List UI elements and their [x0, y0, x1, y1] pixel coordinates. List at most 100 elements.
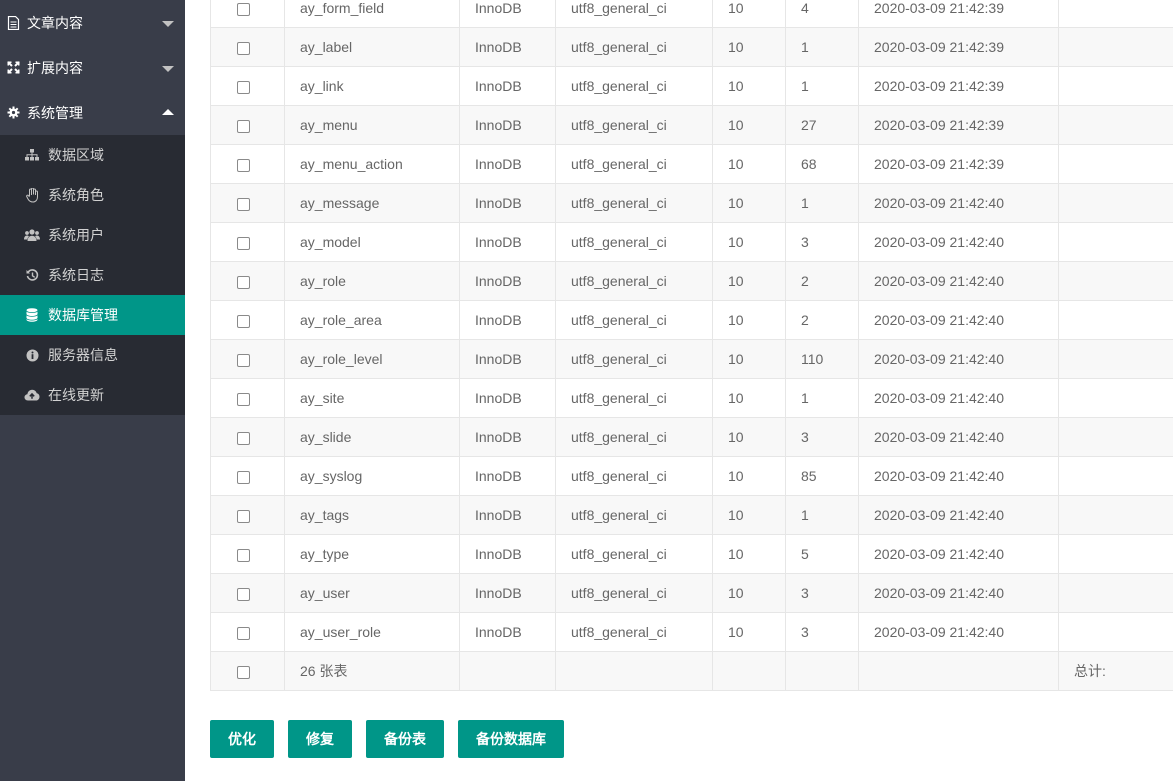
rows-cell: 1 — [785, 27, 859, 67]
row-checkbox[interactable] — [237, 470, 250, 484]
table-row: ay_syslog InnoDB utf8_general_ci 10 85 2020-0… — [210, 456, 1173, 496]
row-checkbox[interactable] — [237, 314, 250, 328]
table-name-cell: ay_menu — [284, 105, 460, 145]
value-cell: 10 — [712, 300, 786, 340]
collation-cell: utf8_general_ci — [555, 222, 713, 262]
collation-cell: utf8_general_ci — [555, 612, 713, 652]
table-name-cell: ay_role_area — [284, 300, 460, 340]
rows-cell: 3 — [785, 612, 859, 652]
row-checkbox[interactable] — [237, 41, 250, 55]
row-checkbox-cell — [210, 222, 285, 262]
empty-cell — [1058, 144, 1173, 184]
rows-cell: 1 — [785, 183, 859, 223]
rows-cell: 5 — [785, 534, 859, 574]
nav-group-system[interactable]: 系统管理 — [0, 90, 185, 135]
users-icon — [24, 227, 40, 243]
sidebar-item-logs[interactable]: 系统日志 — [0, 255, 185, 295]
empty-cell — [858, 651, 1059, 691]
table-count-cell: 26 张表 — [284, 651, 460, 691]
row-checkbox[interactable] — [237, 431, 250, 445]
sidebar-item-label: 系统用户 — [48, 227, 104, 243]
row-checkbox[interactable] — [237, 275, 250, 289]
table-row: ay_user_role InnoDB utf8_general_ci 10 3 2020… — [210, 612, 1173, 652]
row-checkbox[interactable] — [237, 353, 250, 367]
expand-icon — [5, 60, 21, 76]
sidebar-item-label: 数据库管理 — [48, 307, 118, 323]
collation-cell: utf8_general_ci — [555, 183, 713, 223]
database-icon — [24, 307, 40, 323]
timestamp-cell: 2020-03-09 21:42:40 — [858, 300, 1059, 340]
row-checkbox[interactable] — [237, 509, 250, 523]
value-cell: 10 — [712, 183, 786, 223]
select-all-checkbox-cell — [210, 651, 285, 691]
backup-table-button[interactable]: 备份表 — [366, 720, 444, 758]
empty-cell — [1058, 534, 1173, 574]
row-checkbox[interactable] — [237, 392, 250, 406]
select-all-checkbox[interactable] — [237, 665, 250, 679]
empty-cell — [555, 651, 713, 691]
optimize-button[interactable]: 优化 — [210, 720, 274, 758]
empty-cell — [785, 651, 859, 691]
engine-cell: InnoDB — [459, 495, 556, 535]
sidebar-item-server-info[interactable]: 服务器信息 — [0, 335, 185, 375]
empty-cell — [1058, 378, 1173, 418]
chevron-up-icon — [162, 108, 174, 115]
sidebar-item-users[interactable]: 系统用户 — [0, 215, 185, 255]
row-checkbox-cell — [210, 573, 285, 613]
sitemap-icon — [24, 147, 40, 163]
table-name-cell: ay_tags — [284, 495, 460, 535]
collation-cell: utf8_general_ci — [555, 300, 713, 340]
collation-cell: utf8_general_ci — [555, 495, 713, 535]
table-row: ay_type InnoDB utf8_general_ci 10 5 2020-03-0… — [210, 534, 1173, 574]
table-name-cell: ay_label — [284, 27, 460, 67]
engine-cell: InnoDB — [459, 456, 556, 496]
rows-cell: 3 — [785, 222, 859, 262]
engine-cell: InnoDB — [459, 612, 556, 652]
value-cell: 10 — [712, 534, 786, 574]
history-icon — [24, 267, 40, 283]
table-name-cell: ay_role — [284, 261, 460, 301]
table-row: ay_form_field InnoDB utf8_general_ci 10 4 202… — [210, 0, 1173, 28]
sidebar-item-roles[interactable]: 系统角色 — [0, 175, 185, 215]
row-checkbox[interactable] — [237, 587, 250, 601]
table-row: ay_menu InnoDB utf8_general_ci 10 27 2020-03-… — [210, 105, 1173, 145]
rows-cell: 68 — [785, 144, 859, 184]
engine-cell: InnoDB — [459, 183, 556, 223]
sidebar-item-online-update[interactable]: 在线更新 — [0, 375, 185, 415]
table-row: ay_user InnoDB utf8_general_ci 10 3 2020-03-0… — [210, 573, 1173, 613]
sidebar-item-label: 系统角色 — [48, 187, 104, 203]
row-checkbox[interactable] — [237, 548, 250, 562]
repair-button[interactable]: 修复 — [288, 720, 352, 758]
row-checkbox[interactable] — [237, 80, 250, 94]
row-checkbox[interactable] — [237, 197, 250, 211]
rows-cell: 3 — [785, 573, 859, 613]
timestamp-cell: 2020-03-09 21:42:39 — [858, 0, 1059, 28]
empty-cell — [1058, 261, 1173, 301]
row-checkbox-cell — [210, 0, 285, 28]
empty-cell — [1058, 183, 1173, 223]
table-body: ay_form_field InnoDB utf8_general_ci 10 4 202… — [210, 0, 1173, 691]
timestamp-cell: 2020-03-09 21:42:40 — [858, 612, 1059, 652]
sidebar-item-database[interactable]: 数据库管理 — [0, 295, 185, 335]
nav-group-label: 文章内容 — [27, 14, 83, 31]
empty-cell — [1058, 0, 1173, 28]
value-cell: 10 — [712, 105, 786, 145]
nav-group-articles[interactable]: 文章内容 — [0, 0, 185, 45]
nav-group-extensions[interactable]: 扩展内容 — [0, 45, 185, 90]
collation-cell: utf8_general_ci — [555, 105, 713, 145]
cloud-upload-icon — [24, 387, 40, 403]
engine-cell: InnoDB — [459, 144, 556, 184]
backup-database-button[interactable]: 备份数据库 — [458, 720, 564, 758]
empty-cell — [459, 651, 556, 691]
row-checkbox[interactable] — [237, 158, 250, 172]
row-checkbox[interactable] — [237, 236, 250, 250]
sidebar-item-data-area[interactable]: 数据区域 — [0, 135, 185, 175]
row-checkbox[interactable] — [237, 626, 250, 640]
value-cell: 10 — [712, 144, 786, 184]
row-checkbox[interactable] — [237, 2, 250, 16]
row-checkbox[interactable] — [237, 119, 250, 133]
collation-cell: utf8_general_ci — [555, 378, 713, 418]
collation-cell: utf8_general_ci — [555, 534, 713, 574]
engine-cell: InnoDB — [459, 66, 556, 106]
timestamp-cell: 2020-03-09 21:42:40 — [858, 495, 1059, 535]
